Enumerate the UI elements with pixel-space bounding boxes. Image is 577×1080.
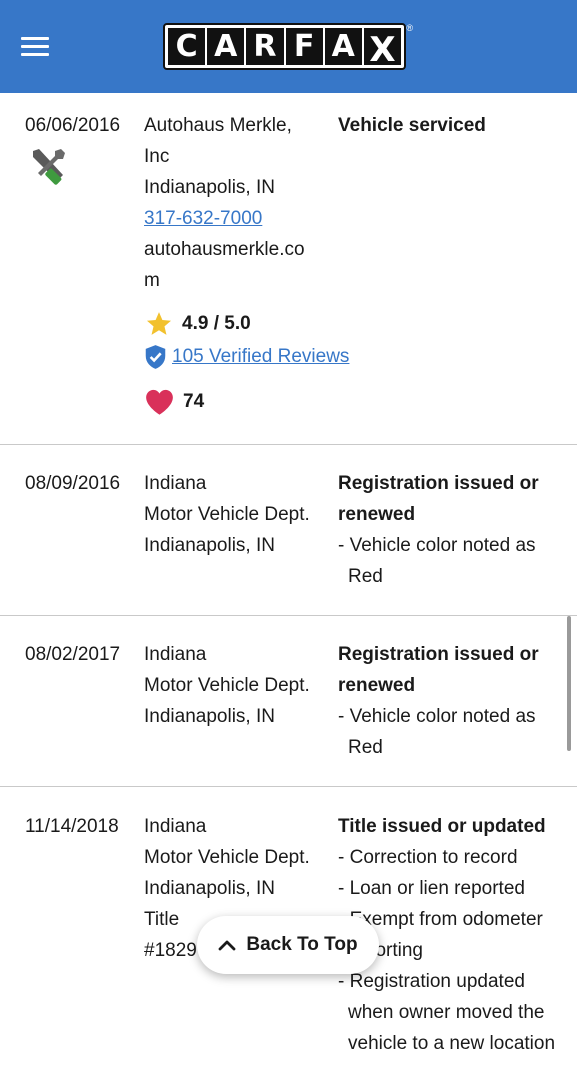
logo-letter: C — [168, 28, 206, 65]
provider-name-line: Autohaus Merkle, — [144, 115, 292, 136]
history-record: 08/09/2016 Indiana Motor Vehicle Dept. I… — [0, 445, 577, 616]
back-to-top-button[interactable]: Back To Top — [197, 916, 379, 974]
service-provider: Autohaus Merkle, Inc Indianapolis, IN 31… — [144, 110, 329, 296]
record-details: Registration issued or renewed - Vehicle… — [338, 639, 563, 763]
logo-letter: F — [285, 28, 323, 65]
scrollbar-thumb[interactable] — [567, 616, 571, 751]
history-record: 08/02/2017 Indiana Motor Vehicle Dept. I… — [0, 616, 577, 787]
record-date: 08/02/2017 — [25, 644, 121, 665]
record-detail-item: - Correction to record — [338, 847, 518, 868]
service-tools-icon — [33, 149, 65, 185]
history-record: 06/06/2016 Autohaus Merkle, Inc Indianap… — [0, 93, 577, 445]
record-title: renewed — [338, 504, 416, 525]
chevron-up-icon — [218, 940, 236, 951]
heart-icon — [146, 389, 173, 415]
record-title: Vehicle serviced — [338, 115, 486, 136]
logo-letter: A — [324, 28, 362, 65]
record-title: Registration issued or — [338, 644, 539, 665]
back-to-top-label: Back To Top — [246, 934, 358, 955]
provider-location: Indianapolis, IN — [144, 177, 275, 198]
provider-website: m — [144, 270, 160, 291]
registered-mark: ® — [406, 23, 413, 33]
record-details: Vehicle serviced — [338, 110, 563, 141]
provider-phone-link[interactable]: 317-632-7000 — [144, 203, 329, 234]
verified-reviews-link[interactable]: 105 Verified Reviews — [172, 346, 349, 368]
source-line: Indianapolis, IN — [144, 706, 275, 727]
hamburger-menu-icon[interactable] — [21, 37, 49, 57]
record-source: Indiana Motor Vehicle Dept. Indianapolis… — [144, 468, 329, 561]
provider-name-line: Inc — [144, 146, 170, 167]
verified-reviews[interactable]: 105 Verified Reviews — [144, 341, 349, 373]
favorites-value: 74 — [183, 391, 205, 412]
source-line: Indiana — [144, 644, 207, 665]
record-date: 08/09/2016 — [25, 473, 121, 494]
star-icon — [146, 312, 172, 335]
provider-website: autohausmerkle.co — [144, 239, 305, 260]
record-detail-item: - Registration updated when owner moved … — [338, 971, 556, 1054]
record-source: Indiana Motor Vehicle Dept. Indianapolis… — [144, 639, 329, 732]
record-detail-item: - Vehicle color noted as Red — [338, 535, 536, 587]
provider-rating: 4.9 / 5.0 — [144, 309, 251, 339]
source-line: Indiana — [144, 473, 207, 494]
record-date: 06/06/2016 — [25, 115, 121, 136]
source-line: Motor Vehicle Dept. — [144, 675, 310, 696]
source-line: Indianapolis, IN — [144, 878, 275, 899]
record-detail-item: - Vehicle color noted as Red — [338, 706, 536, 758]
carfax-logo[interactable]: C A R F A X ® — [163, 23, 413, 70]
record-date: 11/14/2018 — [25, 816, 119, 837]
logo-letter: A — [207, 28, 245, 65]
logo-letter: X — [363, 28, 402, 70]
favorites-count[interactable]: 74 — [144, 386, 204, 418]
rating-value: 4.9 / 5.0 — [182, 313, 251, 334]
source-line: Motor Vehicle Dept. — [144, 504, 310, 525]
verified-shield-icon — [145, 345, 166, 369]
record-detail-item: - Loan or lien reported — [338, 878, 525, 899]
logo-letter: R — [246, 28, 284, 65]
source-line: Indianapolis, IN — [144, 535, 275, 556]
record-title: Title issued or updated — [338, 816, 546, 837]
source-line: Motor Vehicle Dept. — [144, 847, 310, 868]
source-line: Indiana — [144, 816, 207, 837]
record-details: Registration issued or renewed - Vehicle… — [338, 468, 563, 592]
record-title: renewed — [338, 675, 416, 696]
top-navigation-bar: C A R F A X ® — [0, 0, 577, 93]
record-title: Registration issued or — [338, 473, 539, 494]
